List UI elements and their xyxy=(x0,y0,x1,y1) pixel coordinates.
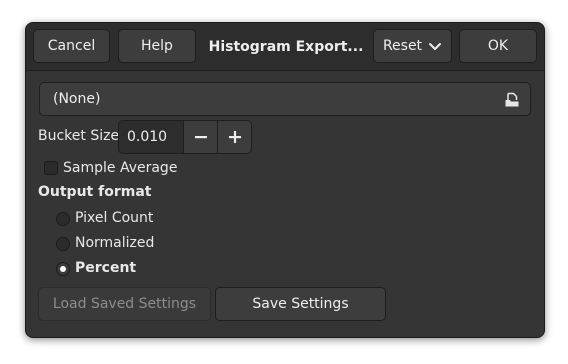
sample-average-label[interactable]: Sample Average xyxy=(63,160,177,176)
radio-normalized[interactable] xyxy=(56,237,70,251)
reset-label: Reset xyxy=(382,38,423,54)
load-saved-settings-button[interactable]: Load Saved Settings xyxy=(38,287,211,321)
minus-icon xyxy=(195,136,207,139)
radio-percent-label[interactable]: Percent xyxy=(75,260,136,276)
document-open-icon xyxy=(505,92,519,107)
radio-pixel-count-label[interactable]: Pixel Count xyxy=(75,210,153,226)
output-format-heading: Output format xyxy=(38,184,152,200)
chevron-down-icon xyxy=(429,43,442,50)
increment-button[interactable] xyxy=(217,121,251,153)
cancel-button[interactable]: Cancel xyxy=(33,29,110,63)
save-settings-button[interactable]: Save Settings xyxy=(215,287,386,321)
radio-pixel-count[interactable] xyxy=(56,212,70,226)
ok-button[interactable]: OK xyxy=(459,29,537,63)
file-chooser-value: (None) xyxy=(53,91,101,107)
histogram-export-dialog: Cancel Help Histogram Export... Reset OK… xyxy=(25,22,545,338)
file-chooser-button[interactable]: (None) xyxy=(39,82,531,116)
help-button[interactable]: Help xyxy=(118,29,196,63)
bucket-size-label: Bucket Size xyxy=(38,128,120,144)
bucket-size-input[interactable]: 0.010 xyxy=(119,121,183,153)
radio-percent[interactable] xyxy=(56,262,70,276)
sample-average-checkbox[interactable] xyxy=(44,161,58,175)
header-bar: Cancel Help Histogram Export... Reset OK xyxy=(26,23,544,71)
reset-dropdown-button[interactable]: Reset xyxy=(373,29,452,63)
radio-normalized-label[interactable]: Normalized xyxy=(75,235,154,251)
decrement-button[interactable] xyxy=(183,121,218,153)
plus-icon xyxy=(229,131,241,143)
bucket-size-spinbutton: 0.010 xyxy=(118,120,252,154)
dialog-title: Histogram Export... xyxy=(208,38,364,55)
